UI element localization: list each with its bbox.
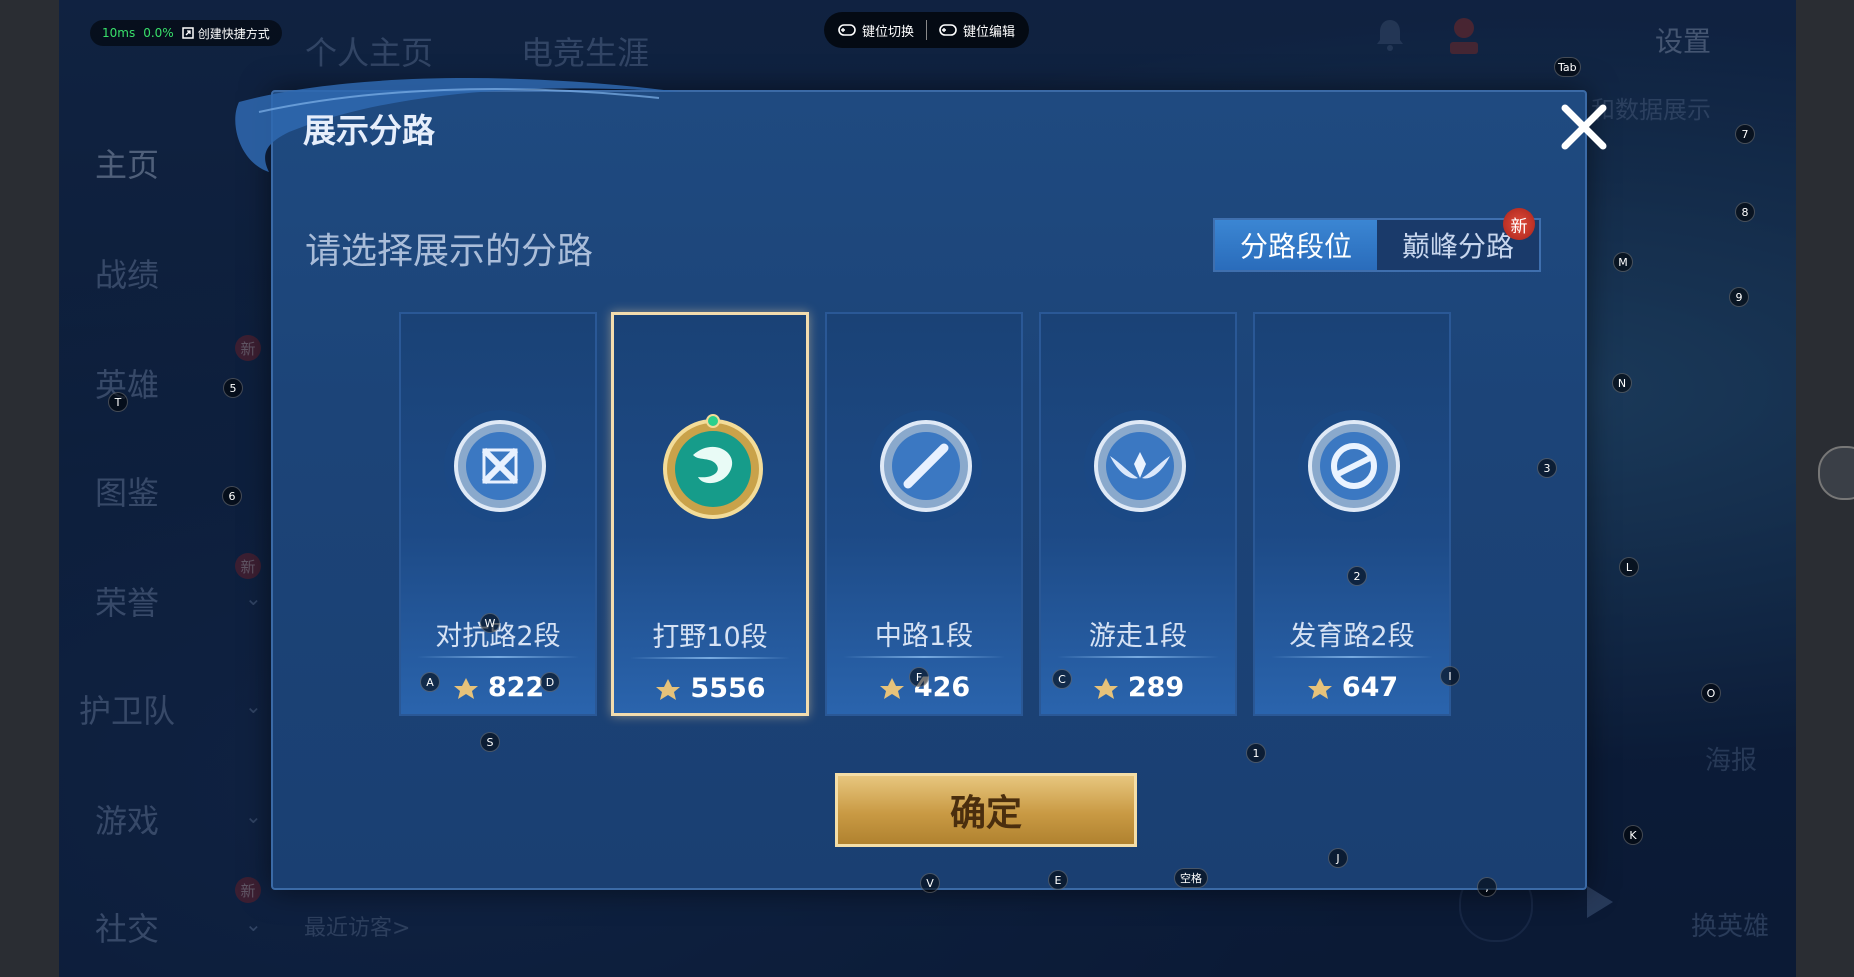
divider xyxy=(843,656,1005,658)
bow-icon xyxy=(1298,410,1410,522)
lane-score-value: 5556 xyxy=(690,673,766,704)
lane-type-toggle: 分路段位 巅峰分路 xyxy=(1213,218,1541,272)
staff-icon xyxy=(870,410,982,522)
key-hint: I xyxy=(1440,666,1460,686)
key-hint: J xyxy=(1328,848,1348,868)
lane-card-top[interactable]: 对抗路2段 822 xyxy=(399,312,597,716)
performance-indicator: 10ms 0.0% 创建快捷方式 xyxy=(90,20,282,46)
lane-name: 游走1段 xyxy=(1088,621,1188,652)
divider xyxy=(1057,656,1219,658)
key-hint: S xyxy=(480,732,500,752)
lane-score-value: 822 xyxy=(487,672,545,703)
lane-card-farm[interactable]: 发育路2段 647 xyxy=(1253,312,1451,716)
key-hint-tab: Tab xyxy=(1554,57,1581,77)
lane-card-jungle[interactable]: 打野10段 5556 xyxy=(611,312,809,716)
key-hint-space: 空格 xyxy=(1174,868,1208,888)
latency-value: 10ms xyxy=(102,26,136,40)
separator xyxy=(926,20,928,40)
lane-name: 发育路2段 xyxy=(1289,621,1415,652)
key-hint: 3 xyxy=(1537,458,1557,478)
create-shortcut-link[interactable]: 创建快捷方式 xyxy=(181,25,270,42)
gamepad-icon xyxy=(838,24,856,36)
new-badge: 新 xyxy=(1503,208,1535,240)
key-hint: C xyxy=(1052,669,1072,689)
key-edit-label: 键位编辑 xyxy=(963,24,1016,40)
key-hint: E xyxy=(1048,870,1068,890)
game-screen: 个人主页 电竞生涯 设置 和数据展示 主页 战绩 英雄 新 图鉴 荣誉 ⌄ 新 护… xyxy=(59,0,1796,977)
lane-name: 中路1段 xyxy=(874,621,974,652)
rank-star-icon xyxy=(656,678,681,700)
dragon-icon xyxy=(663,414,763,519)
key-hint: A xyxy=(420,672,440,692)
floating-side-button[interactable] xyxy=(1818,446,1854,500)
key-hint: 1 xyxy=(1246,743,1266,763)
dialog-subtitle: 请选择展示的分路 xyxy=(305,231,594,272)
tab-lane-rank[interactable]: 分路段位 xyxy=(1215,220,1377,270)
dialog-title: 展示分路 xyxy=(303,111,435,150)
key-hint: M xyxy=(1613,252,1633,272)
key-hint: 9 xyxy=(1729,287,1749,307)
lane-score: 647 xyxy=(1255,672,1449,703)
divider xyxy=(1271,656,1433,658)
shortcut-label: 创建快捷方式 xyxy=(197,26,270,41)
key-hint: 8 xyxy=(1735,202,1755,222)
key-hint: 2 xyxy=(1347,566,1367,586)
gamepad-icon xyxy=(939,24,957,36)
sword-shield-icon xyxy=(444,410,556,522)
confirm-button[interactable]: 确定 xyxy=(835,773,1137,847)
key-switch-button[interactable]: 键位切换 xyxy=(838,21,914,40)
rank-star-icon xyxy=(453,677,478,699)
key-hint: V xyxy=(920,873,940,893)
key-hint: O xyxy=(1701,683,1721,703)
key-hint: K xyxy=(1623,825,1643,845)
lane-score-value: 647 xyxy=(1341,672,1399,703)
key-edit-button[interactable]: 键位编辑 xyxy=(939,21,1015,40)
keymap-toolbar: 键位切换 键位编辑 xyxy=(824,12,1030,48)
key-switch-label: 键位切换 xyxy=(862,24,915,40)
loss-value: 0.0% xyxy=(143,26,174,40)
rank-star-icon xyxy=(879,677,904,699)
key-hint: W xyxy=(480,613,500,633)
wings-icon xyxy=(1084,410,1196,522)
lane-card-roam[interactable]: 游走1段 289 xyxy=(1039,312,1237,716)
key-hint: L xyxy=(1619,557,1639,577)
lane-score-value: 289 xyxy=(1127,672,1185,703)
lane-card-mid[interactable]: 中路1段 426 xyxy=(825,312,1023,716)
key-hint: 6 xyxy=(222,486,242,506)
close-icon[interactable] xyxy=(1557,100,1611,154)
key-hint: 5 xyxy=(223,378,243,398)
shortcut-icon xyxy=(181,27,194,39)
key-hint: F xyxy=(909,667,929,687)
rank-star-icon xyxy=(1307,677,1332,699)
key-hint: N xyxy=(1612,373,1632,393)
rank-star-icon xyxy=(1093,677,1118,699)
key-hint: 7 xyxy=(1735,124,1755,144)
divider xyxy=(630,657,790,659)
lane-name: 打野10段 xyxy=(652,622,768,653)
key-hint: , xyxy=(1477,877,1497,897)
key-hint: D xyxy=(540,672,560,692)
lane-score: 5556 xyxy=(614,673,806,704)
key-hint: T xyxy=(108,392,128,412)
divider xyxy=(417,656,579,658)
